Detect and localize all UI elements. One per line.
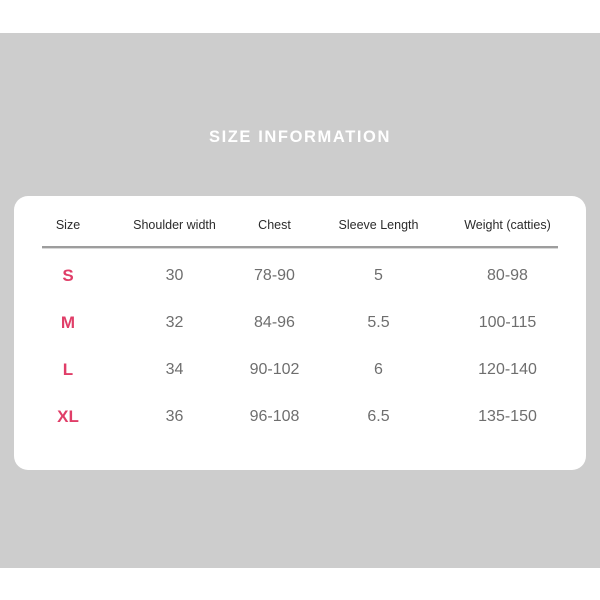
- cell-sleeve-length: 5.5: [367, 313, 390, 331]
- table-row: S 30 78-90 5 80-98: [14, 252, 586, 299]
- header-divider: [42, 246, 558, 249]
- cell-chest: 78-90: [254, 266, 295, 284]
- cell-shoulder-width: 32: [165, 313, 184, 331]
- table-header-row: Size Shoulder width Chest Sleeve Length …: [14, 212, 586, 238]
- cell-shoulder-width: 34: [165, 360, 184, 378]
- cell-weight: 135-150: [478, 407, 537, 425]
- cell-sleeve-length: 6: [374, 360, 383, 378]
- column-header-shoulder-width: Shoulder width: [133, 218, 216, 232]
- cell-size: M: [60, 312, 76, 332]
- column-header-size: Size: [55, 218, 81, 232]
- cell-weight: 80-98: [487, 266, 528, 284]
- column-header-weight: Weight (catties): [464, 218, 551, 232]
- cell-size: XL: [57, 406, 79, 426]
- size-table-card: Size Shoulder width Chest Sleeve Length …: [14, 196, 586, 470]
- size-chart-page: SIZE INFORMATION Size Shoulder width Che…: [0, 0, 600, 600]
- cell-size: L: [62, 359, 74, 379]
- cell-chest: 84-96: [254, 313, 295, 331]
- cell-sleeve-length: 6.5: [367, 407, 390, 425]
- size-table: Size Shoulder width Chest Sleeve Length …: [14, 196, 586, 470]
- cell-weight: 100-115: [478, 313, 537, 331]
- cell-size: S: [62, 265, 74, 285]
- table-body: S 30 78-90 5 80-98 M 32 84-96 5.5 100-11…: [14, 252, 586, 440]
- table-row: L 34 90-102 6 120-140: [14, 346, 586, 393]
- column-header-sleeve-length: Sleeve Length: [338, 218, 419, 232]
- table-row: XL 36 96-108 6.5 135-150: [14, 393, 586, 440]
- cell-shoulder-width: 36: [165, 407, 184, 425]
- table-row: M 32 84-96 5.5 100-115: [14, 299, 586, 346]
- cell-sleeve-length: 5: [374, 266, 383, 284]
- cell-weight: 120-140: [478, 360, 537, 378]
- cell-shoulder-width: 30: [165, 266, 184, 284]
- column-header-chest: Chest: [258, 218, 291, 232]
- cell-chest: 90-102: [249, 360, 300, 378]
- page-title: SIZE INFORMATION: [208, 128, 392, 146]
- cell-chest: 96-108: [249, 407, 300, 425]
